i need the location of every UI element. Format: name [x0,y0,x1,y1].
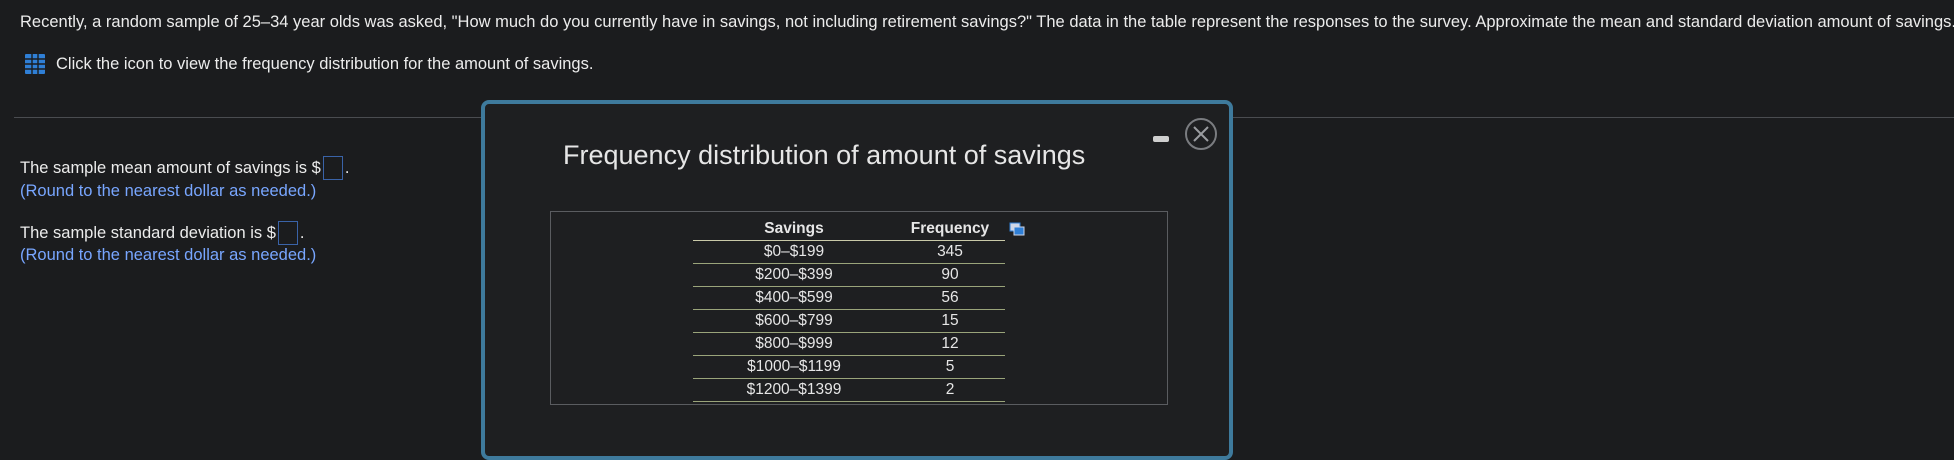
savings-cell: $400–$599 [693,286,895,310]
frequency-cell: 2 [895,378,1005,402]
close-icon[interactable] [1185,118,1217,150]
savings-cell: $1000–$1199 [693,355,895,379]
sd-label: The sample standard deviation is $ [20,223,276,242]
header-savings: Savings [693,218,895,241]
table-grid-icon[interactable] [24,53,46,75]
sd-answer-line: The sample standard deviation is $ . [20,221,305,245]
sd-round-note: (Round to the nearest dollar as needed.) [20,246,317,264]
minimize-icon[interactable] [1153,136,1169,142]
mean-round-note: (Round to the nearest dollar as needed.) [20,182,317,200]
savings-cell: $0–$199 [693,240,895,264]
mean-answer-line: The sample mean amount of savings is $ . [20,156,349,180]
savings-cell: $200–$399 [693,263,895,287]
frequency-cell: 56 [895,286,1005,310]
copy-icon[interactable] [1009,222,1025,236]
frequency-cell: 90 [895,263,1005,287]
header-frequency: Frequency [895,218,1005,241]
savings-cell: $600–$799 [693,309,895,333]
frequency-modal: Frequency distribution of amount of savi… [481,100,1233,460]
savings-cell: $800–$999 [693,332,895,356]
table-row: $1200–$1399 2 [693,378,1005,402]
table-row: $800–$999 12 [693,332,1005,356]
table-row: $0–$199 345 [693,240,1005,264]
sd-input[interactable] [277,221,298,245]
hint-text: Click the icon to view the frequency dis… [56,54,594,73]
mean-input[interactable] [322,156,343,180]
table-row: $200–$399 90 [693,263,1005,287]
table-frame: Savings Frequency $0–$199 345 $200–$399 … [550,211,1168,405]
table-row: $600–$799 15 [693,309,1005,333]
frequency-cell: 15 [895,309,1005,333]
sd-suffix: . [299,223,305,242]
frequency-cell: 345 [895,240,1005,264]
savings-cell: $1200–$1399 [693,378,895,402]
frequency-table: Savings Frequency $0–$199 345 $200–$399 … [693,218,1005,402]
frequency-cell: 12 [895,332,1005,356]
table-row: $1000–$1199 5 [693,355,1005,379]
mean-label: The sample mean amount of savings is $ [20,158,321,177]
mean-suffix: . [344,158,350,177]
table-row: $400–$599 56 [693,286,1005,310]
frequency-cell: 5 [895,355,1005,379]
question-text: Recently, a random sample of 25–34 year … [20,13,1954,31]
modal-title: Frequency distribution of amount of savi… [563,140,1086,170]
hint-row: Click the icon to view the frequency dis… [24,53,593,75]
